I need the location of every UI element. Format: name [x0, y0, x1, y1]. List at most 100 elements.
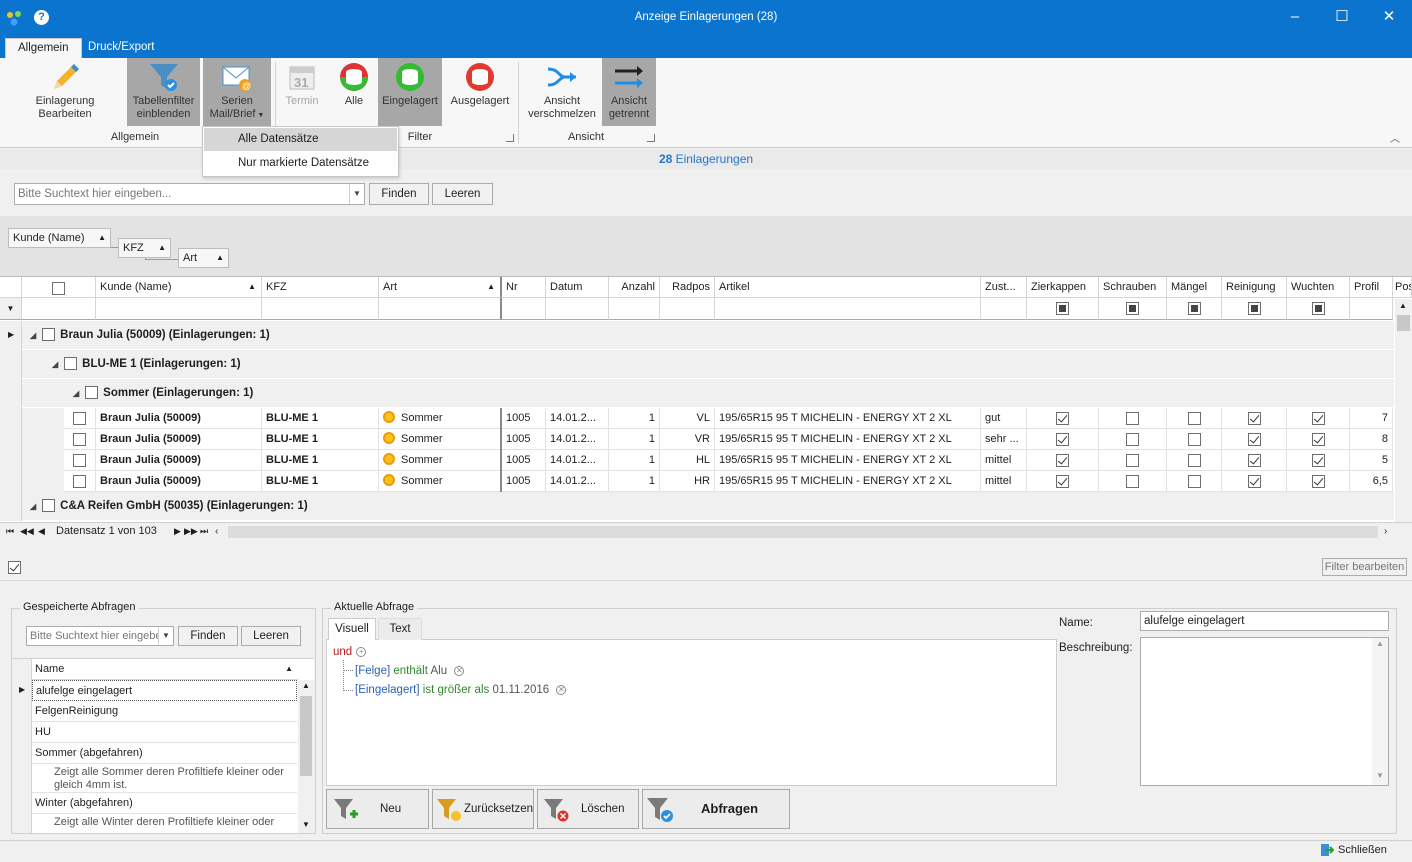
add-condition-icon[interactable]: +	[356, 646, 367, 657]
separate-view-button[interactable]: Ansicht getrennt	[602, 58, 656, 126]
column-header-kfz[interactable]: KFZ	[262, 277, 379, 298]
remove-condition-icon[interactable]: ✕	[454, 665, 465, 676]
table-row[interactable]: Braun Julia (50009) BLU-ME 1 Sommer 1005…	[64, 450, 1393, 471]
saved-query-item[interactable]: alufelge eingelagert	[32, 680, 297, 701]
edit-filter-button[interactable]: Filter bearbeiten	[1322, 558, 1407, 576]
column-header-kunde[interactable]: Kunde (Name) ▲	[96, 277, 262, 298]
scroll-up-icon[interactable]: ▲	[302, 681, 310, 690]
cell-maengel[interactable]	[1167, 408, 1222, 429]
column-header-radpos[interactable]: Radpos	[660, 277, 715, 298]
query-name-input[interactable]: alufelge eingelagert	[1140, 611, 1389, 631]
table-filter-button[interactable]: Tabellenfilter einblenden	[127, 58, 200, 126]
row-checkbox[interactable]	[73, 453, 86, 467]
column-header-zustand[interactable]: Zust...	[981, 277, 1027, 298]
cell-schrauben[interactable]	[1099, 471, 1167, 492]
wuchten-checkbox[interactable]	[1311, 432, 1325, 446]
header-select-all[interactable]	[22, 277, 96, 298]
cell-maengel[interactable]	[1167, 450, 1222, 471]
group-checkbox[interactable]	[42, 328, 56, 342]
saved-list-scrollbar[interactable]: ▲ ▼	[298, 680, 314, 833]
remove-condition-icon[interactable]: ✕	[556, 684, 567, 695]
saved-list-header[interactable]: Name ▲	[32, 659, 298, 680]
saved-query-item[interactable]: FelgenReinigung	[32, 701, 297, 722]
schrauben-checkbox[interactable]	[1126, 432, 1139, 446]
cell-zierkappen[interactable]	[1027, 408, 1099, 429]
filter-cell[interactable]	[262, 298, 379, 320]
expand-icon[interactable]: ◢	[73, 389, 79, 398]
wuchten-checkbox[interactable]	[1311, 474, 1325, 488]
column-header-wuchten[interactable]: Wuchten	[1287, 277, 1350, 298]
saved-query-item[interactable]: Winter (abgefahren)	[32, 793, 297, 814]
chevron-down-icon[interactable]: ▼	[158, 627, 173, 645]
minimize-button[interactable]: –	[1272, 0, 1318, 36]
grid-vertical-scrollbar[interactable]: ▲	[1395, 299, 1412, 523]
filter-cell[interactable]	[715, 298, 981, 320]
zierkappen-checkbox[interactable]	[1056, 411, 1069, 425]
wuchten-checkbox[interactable]	[1311, 453, 1325, 467]
edit-storage-button[interactable]: Einlagerung Bearbeiten	[30, 58, 100, 126]
filter-group-launcher[interactable]	[506, 134, 514, 142]
column-header-schrauben[interactable]: Schrauben	[1099, 277, 1167, 298]
saved-query-item[interactable]: HU	[32, 722, 297, 743]
reinigung-checkbox[interactable]	[1247, 453, 1261, 467]
cell-wuchten[interactable]	[1287, 408, 1350, 429]
maengel-checkbox[interactable]	[1187, 453, 1201, 467]
merge-view-button[interactable]: Ansicht verschmelzen	[527, 58, 597, 126]
query-description-input[interactable]: ▲ ▼	[1140, 637, 1389, 786]
expand-icon[interactable]: ◢	[52, 360, 58, 369]
chevron-down-icon[interactable]: ▼	[349, 184, 364, 204]
cell-zierkappen[interactable]	[1027, 471, 1099, 492]
row-select[interactable]	[64, 408, 96, 429]
column-header-nr[interactable]: Nr	[502, 277, 546, 298]
filter-cell[interactable]	[1287, 298, 1350, 320]
search-input[interactable]: Bitte Suchtext hier eingeben... ▼	[14, 183, 365, 205]
scroll-up-icon[interactable]: ▲	[1376, 639, 1384, 648]
filter-cell[interactable]	[1350, 298, 1393, 320]
tab-visuell[interactable]: Visuell	[328, 618, 376, 640]
column-header-datum[interactable]: Datum	[546, 277, 609, 298]
filter-cell[interactable]	[502, 298, 546, 320]
cell-wuchten[interactable]	[1287, 471, 1350, 492]
schrauben-checkbox[interactable]	[1126, 411, 1139, 425]
row-checkbox[interactable]	[73, 411, 86, 425]
tab-text[interactable]: Text	[378, 618, 422, 640]
horizontal-scroll-track[interactable]	[228, 526, 1378, 538]
filter-cell[interactable]	[1099, 298, 1167, 320]
group-checkbox[interactable]	[42, 499, 56, 513]
cell-reinigung[interactable]	[1222, 429, 1287, 450]
filter-enabled-checkbox-wrap[interactable]	[8, 561, 21, 574]
query-condition[interactable]: [Eingelagert] ist größer als 01.11.2016 …	[355, 684, 567, 696]
filter-cell[interactable]	[609, 298, 660, 320]
saved-search-input[interactable]: Bitte Suchtext hier eingeben ▼	[26, 626, 174, 646]
maengel-checkbox[interactable]	[1187, 474, 1201, 488]
cell-maengel[interactable]	[1167, 429, 1222, 450]
expand-icon[interactable]: ◢	[30, 502, 36, 511]
cell-zierkappen[interactable]	[1027, 429, 1099, 450]
filter-cell[interactable]	[1222, 298, 1287, 320]
query-condition[interactable]: [Felge] enthält Alu ✕	[355, 665, 465, 677]
close-window-button[interactable]: ✕	[1366, 0, 1412, 36]
expand-icon[interactable]: ◢	[30, 331, 36, 340]
select-all-checkbox[interactable]	[52, 282, 65, 296]
filter-checkbox[interactable]	[1247, 302, 1261, 315]
scroll-up-icon[interactable]: ▲	[1399, 301, 1407, 310]
table-row[interactable]: Braun Julia (50009) BLU-ME 1 Sommer 1005…	[64, 429, 1393, 450]
condition-operator[interactable]: enthält	[393, 665, 428, 677]
row-select[interactable]	[64, 471, 96, 492]
cell-zierkappen[interactable]	[1027, 450, 1099, 471]
column-header-zierkappen[interactable]: Zierkappen	[1027, 277, 1099, 298]
saved-query-item[interactable]: Sommer (abgefahren)	[32, 743, 297, 764]
row-select[interactable]	[64, 450, 96, 471]
nav-next-icon[interactable]: ▶	[174, 523, 181, 540]
hscroll-right-icon[interactable]: ›	[1384, 523, 1387, 540]
find-button[interactable]: Finden	[369, 183, 429, 205]
filter-cell[interactable]	[22, 298, 96, 320]
group-row-kfz[interactable]: ◢ BLU-ME 1 (Einlagerungen: 1)	[22, 350, 1394, 379]
scroll-thumb[interactable]	[1397, 315, 1410, 331]
cell-maengel[interactable]	[1167, 471, 1222, 492]
zierkappen-checkbox[interactable]	[1056, 453, 1069, 467]
condition-field[interactable]: [Eingelagert]	[355, 684, 420, 696]
filter-cell[interactable]	[660, 298, 715, 320]
clear-button[interactable]: Leeren	[432, 183, 493, 205]
maengel-checkbox[interactable]	[1187, 432, 1201, 446]
